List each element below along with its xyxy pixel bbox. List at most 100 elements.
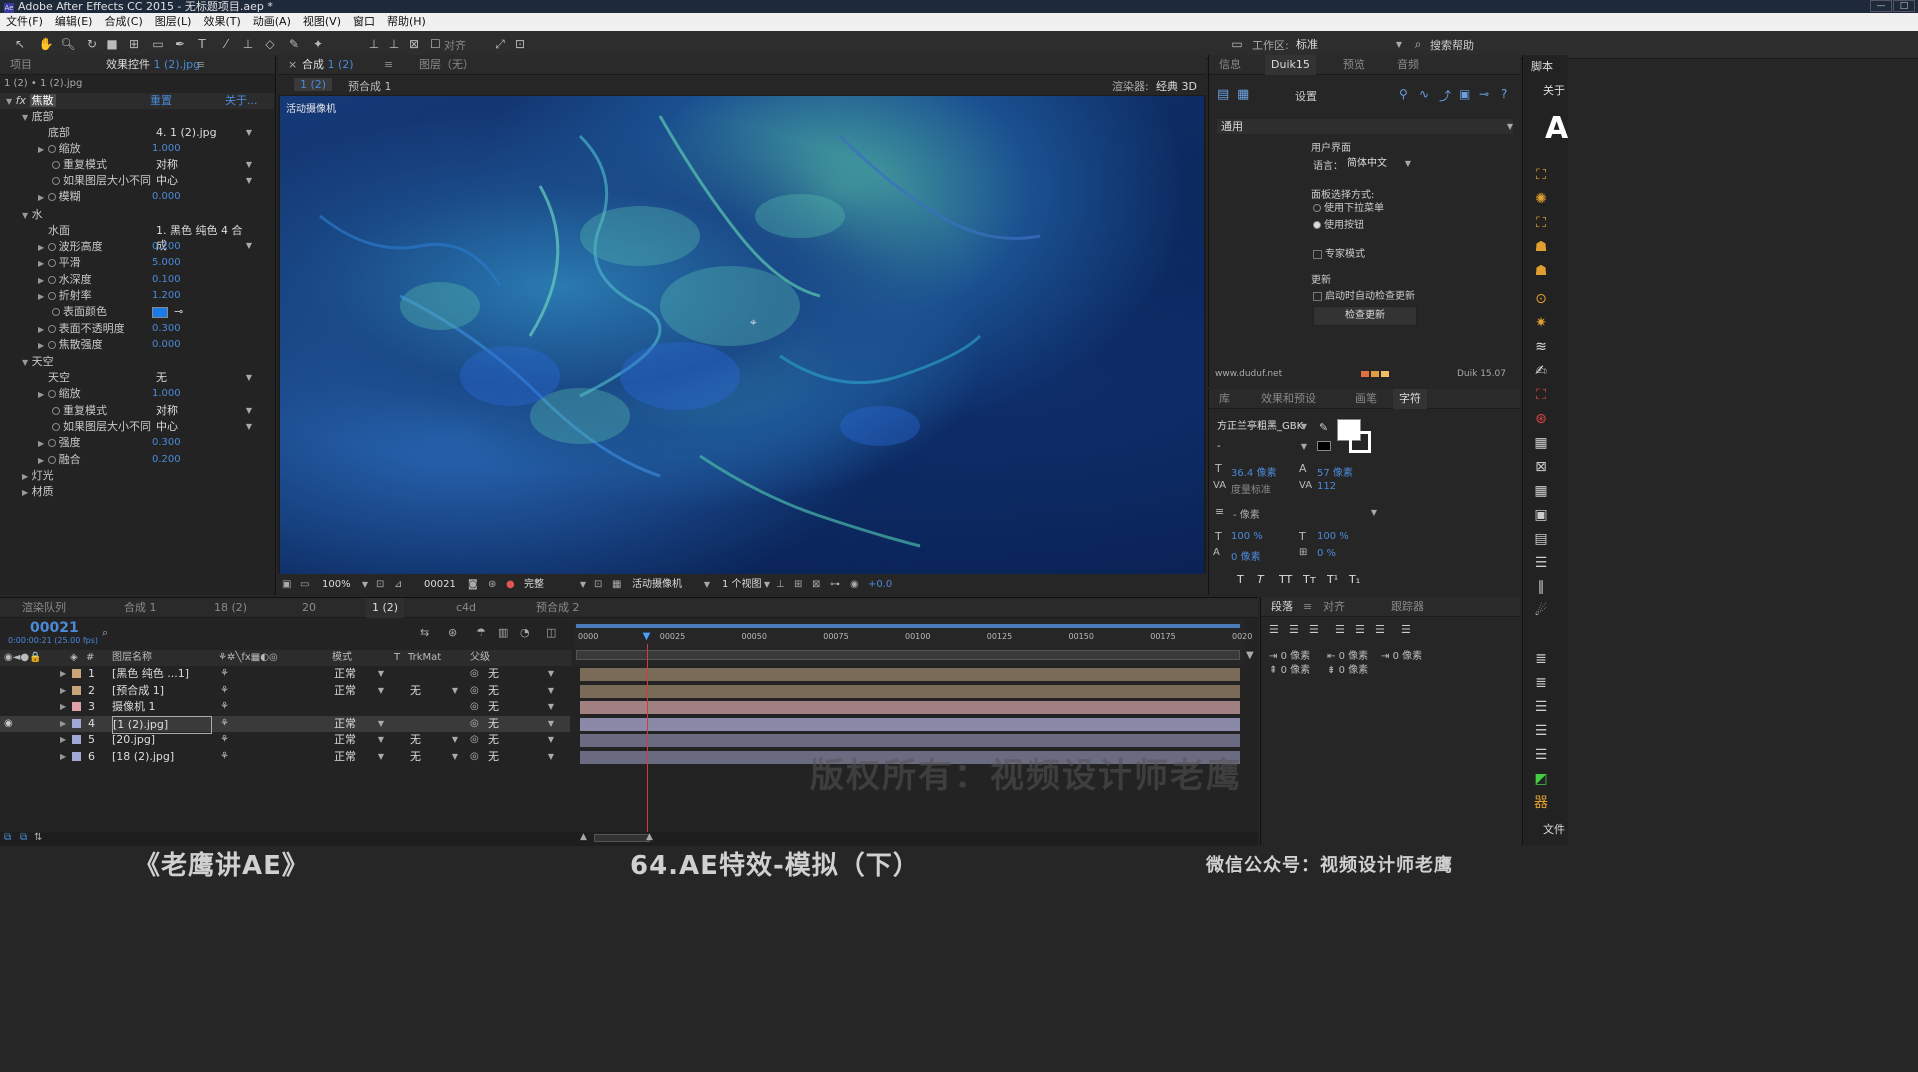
tracking-value[interactable]: 112 — [1317, 481, 1336, 492]
kerning-value[interactable]: 度量标准 — [1231, 481, 1271, 496]
effect-param-dropdown[interactable]: 中心 — [156, 173, 252, 188]
font-style-dropdown[interactable]: - — [1217, 439, 1307, 454]
script-tool-7-icon[interactable]: ✷ — [1531, 313, 1551, 333]
effect-param-value[interactable]: 0.200 — [152, 239, 181, 255]
space-before-field[interactable]: ⇞ 0 像素 — [1269, 661, 1310, 676]
stroke-color-swatch[interactable] — [1349, 431, 1371, 453]
panel-menu-icon[interactable]: ≡ — [190, 55, 211, 75]
effect-param-value[interactable]: 1.000 — [152, 386, 181, 402]
frame-blending-icon[interactable]: ▥ — [498, 626, 508, 639]
layer-duration-bar[interactable] — [580, 701, 1240, 714]
shy-layers-icon[interactable]: ☂ — [476, 626, 486, 639]
justify-right-icon[interactable]: ☰ — [1375, 623, 1385, 636]
timeline-scroll-icon[interactable]: ▼ — [1246, 650, 1254, 661]
effect-param-dropdown[interactable]: 对称 — [156, 157, 252, 172]
tab-tracker[interactable]: 跟踪器 — [1385, 597, 1430, 617]
effect-param-dropdown[interactable]: 4. 1 (2).jpg — [156, 125, 252, 140]
timeline-toggle-icon[interactable]: ⊠ — [812, 574, 820, 595]
layer-duration-bar[interactable] — [580, 684, 1240, 698]
pan-behind-tool-icon[interactable]: ⊞ — [126, 36, 142, 52]
monitor-icon[interactable]: ▭ — [300, 574, 309, 595]
selection-tool-icon[interactable]: ↖ — [12, 36, 28, 52]
duik-grid-icon[interactable]: ▦ — [1237, 87, 1249, 102]
playhead-handle[interactable]: ▼ — [643, 632, 653, 642]
toggle-pixel-icon[interactable]: ⊥ — [776, 574, 785, 595]
zoom-tool-icon[interactable]: 🔍︎ — [60, 36, 76, 52]
radio-use-dropdown[interactable]: 使用下拉菜单 — [1313, 199, 1384, 214]
effect-param-dropdown[interactable]: 无 — [156, 370, 252, 385]
script-tool-26-icon[interactable]: 器 — [1531, 793, 1551, 813]
effect-param-value[interactable]: 0.000 — [152, 189, 181, 205]
tab-20[interactable]: 20 — [296, 598, 322, 618]
faux-bold-icon[interactable]: T — [1237, 573, 1244, 586]
menu-file[interactable]: 文件(F) — [0, 13, 49, 31]
script-tool-3-icon[interactable]: ⛶ — [1531, 213, 1551, 233]
script-tool-23-icon[interactable]: ☰ — [1531, 721, 1551, 741]
tab-paragraph[interactable]: 段落 — [1265, 597, 1299, 617]
group-lights[interactable]: ▶ 灯光 — [22, 468, 54, 484]
expert-mode-checkbox[interactable]: 专家模式 — [1313, 245, 1365, 260]
hand-tool-icon[interactable]: ✋ — [38, 36, 54, 52]
justify-all-icon[interactable]: ☰ — [1401, 623, 1411, 636]
vertical-scale-value[interactable]: 100 % — [1231, 531, 1263, 542]
group-sky[interactable]: ▼ 天空 — [22, 354, 54, 370]
camera-dropdown[interactable]: 活动摄像机 — [632, 577, 710, 592]
stroke-type-dropdown[interactable] — [1287, 505, 1377, 520]
effect-param-value[interactable]: 1.000 — [152, 141, 181, 157]
leading-value[interactable]: 57 像素 — [1317, 464, 1353, 479]
group-water[interactable]: ▼ 水 — [22, 207, 43, 223]
time-navigator[interactable] — [576, 650, 1240, 660]
eyedropper-icon[interactable]: ✎ — [1319, 421, 1328, 434]
tab-project[interactable]: 项目 — [4, 55, 38, 75]
space-after-field[interactable]: ⇟ 0 像素 — [1327, 661, 1368, 676]
tab-effects-presets[interactable]: 效果和预设 — [1255, 389, 1322, 409]
timeline-zoom-slider[interactable] — [594, 834, 650, 842]
small-caps-icon[interactable]: Tт — [1303, 573, 1316, 586]
zoom-dropdown[interactable]: 100% — [322, 577, 368, 592]
script-tool-19-icon[interactable]: ☄ — [1531, 601, 1551, 621]
puppet-pin-tool-icon[interactable]: ✦ — [310, 36, 326, 52]
effect-param-value[interactable]: 0.300 — [152, 321, 181, 337]
world-axis-icon[interactable]: ⊥ — [386, 36, 402, 52]
tsume-value[interactable]: 0 % — [1317, 548, 1336, 559]
effect-param-value[interactable]: 0.000 — [152, 337, 181, 353]
snapshot-icon[interactable]: ◙ — [468, 574, 478, 595]
mask-visibility-icon[interactable]: ⊿ — [394, 574, 402, 595]
menu-view[interactable]: 视图(V) — [297, 13, 347, 31]
duik-tools-icon[interactable]: ⊸ — [1479, 87, 1489, 101]
align-center-icon[interactable]: ☰ — [1289, 623, 1299, 636]
exposure-value[interactable]: +0.0 — [868, 574, 892, 595]
snap-checkbox[interactable]: ☐ — [430, 36, 441, 52]
duik-site-link[interactable]: www.duduf.net — [1215, 369, 1282, 379]
menu-help[interactable]: 帮助(H) — [381, 13, 432, 31]
roto-brush-tool-icon[interactable]: ✎ — [286, 36, 302, 52]
fast-preview-icon[interactable]: ⊞ — [794, 574, 802, 595]
breadcrumb-precomp[interactable]: 预合成 1 — [348, 78, 392, 94]
renderer-value[interactable]: 经典 3D — [1156, 78, 1197, 94]
flowchart-icon[interactable]: ⊶ — [830, 574, 840, 595]
reset-link[interactable]: 重置 — [150, 93, 172, 109]
tab-c4d[interactable]: c4d — [450, 598, 482, 618]
local-axis-icon[interactable]: ⊥ — [366, 36, 382, 52]
search-help-input[interactable]: 搜索帮助 — [1430, 37, 1474, 53]
script-tool-8-icon[interactable]: ≋ — [1531, 337, 1551, 357]
duik-animation-icon[interactable]: ⤴ — [1439, 87, 1451, 104]
superscript-icon[interactable]: T¹ — [1327, 573, 1338, 586]
effect-param-value[interactable]: 0.200 — [152, 452, 181, 468]
font-family-dropdown[interactable]: 方正兰亭粗黑_GBK — [1217, 419, 1307, 434]
toggle-modes-icon[interactable]: ⧉ — [20, 832, 27, 843]
effect-param-value[interactable]: 0.100 — [152, 272, 181, 288]
radio-use-buttons[interactable]: 使用按钮 — [1313, 216, 1364, 231]
clone-stamp-tool-icon[interactable]: ⊥ — [240, 36, 256, 52]
duik-page-icon[interactable]: ▤ — [1217, 87, 1229, 102]
align-right-icon[interactable]: ☰ — [1309, 623, 1319, 636]
effect-param-dropdown[interactable]: 1. 黑色 纯色 4 合成 — [156, 223, 252, 253]
breadcrumb-comp[interactable]: 1 (2) — [294, 78, 333, 91]
rectangle-tool-icon[interactable]: ▭ — [150, 36, 166, 52]
duik-help-icon[interactable]: ? — [1501, 87, 1507, 101]
snap-option-icon[interactable]: ⤢ — [492, 36, 508, 52]
graph-editor-icon[interactable]: ◫ — [546, 626, 556, 639]
script-tool-22-icon[interactable]: ☰ — [1531, 697, 1551, 717]
effect-name[interactable]: 焦散 — [29, 94, 56, 107]
resolution-dropdown[interactable]: 完整 — [524, 577, 586, 592]
